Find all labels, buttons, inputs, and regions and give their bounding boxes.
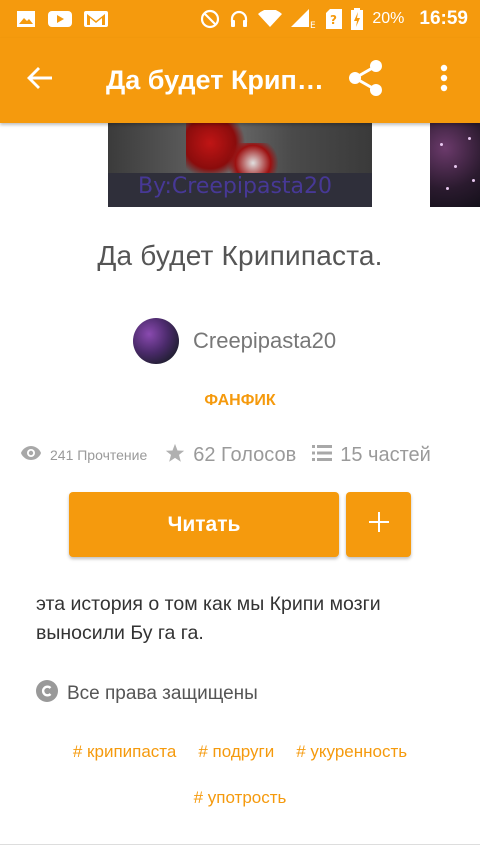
more-vert-icon xyxy=(440,64,448,97)
battery-percent: 20% xyxy=(372,10,405,27)
reads-stat: 241 Прочтение xyxy=(20,445,147,466)
copyright-text: Все права защищены xyxy=(67,683,258,704)
star-icon xyxy=(165,443,185,468)
votes-stat: 62 Голосов xyxy=(165,443,296,468)
tag-item[interactable]: # подруги xyxy=(198,742,274,762)
share-button[interactable] xyxy=(344,58,388,102)
copyright-icon xyxy=(36,680,58,708)
battery-charging-icon xyxy=(351,8,364,30)
do-not-disturb-icon xyxy=(200,9,220,29)
signal-icon: E xyxy=(291,9,317,29)
network-type-label: E xyxy=(310,21,316,29)
youtube-icon xyxy=(48,10,72,28)
author-name[interactable]: Creepipasta20 xyxy=(193,328,336,354)
story-description: эта история о том как мы Крипи мозги вын… xyxy=(36,593,381,644)
tag-item[interactable]: # крипипаста xyxy=(73,742,176,762)
parts-count: 15 частей xyxy=(340,443,431,466)
author-row[interactable]: Creepipasta20 xyxy=(133,318,336,364)
reads-count: 241 Прочтение xyxy=(50,447,148,463)
cover-credit-text: By:Creepipasta20 xyxy=(138,174,333,199)
wifi-icon xyxy=(258,10,283,28)
plus-icon xyxy=(368,511,390,538)
gallery-icon xyxy=(16,10,36,28)
copyright-row: Все права защищены xyxy=(36,680,258,708)
divider xyxy=(0,844,480,845)
add-to-library-button[interactable] xyxy=(346,492,411,557)
list-icon xyxy=(312,444,333,467)
cover-carousel[interactable]: By:Creepipasta20 xyxy=(0,123,480,207)
parts-stat: 15 частей xyxy=(312,444,431,467)
gmail-icon xyxy=(84,10,108,28)
appbar-title: Да будет Крипипаста. xyxy=(106,65,326,95)
avatar[interactable] xyxy=(133,318,179,364)
sim-unknown-icon: ? xyxy=(326,9,343,29)
story-title: Да будет Крипипаста. xyxy=(97,240,383,271)
arrow-back-icon xyxy=(26,64,54,97)
tag-item[interactable]: # укуренность xyxy=(296,742,407,762)
eye-icon xyxy=(20,445,42,466)
next-story-cover[interactable] xyxy=(430,123,480,207)
votes-count: 62 Голосов xyxy=(193,443,297,466)
status-bar: E ? 20% 16:59 xyxy=(0,0,480,38)
tag-item[interactable]: # употрость xyxy=(194,788,287,808)
more-options-button[interactable] xyxy=(428,58,460,102)
svg-text:?: ? xyxy=(330,13,337,27)
back-button[interactable] xyxy=(0,38,80,123)
read-button[interactable]: Читать xyxy=(69,492,339,557)
story-cover[interactable]: By:Creepipasta20 xyxy=(108,123,372,207)
story-stats: 241 Прочтение 62 Голосов 15 частей xyxy=(20,440,465,470)
app-bar: Да будет Крипипаста. xyxy=(0,38,480,123)
clock: 16:59 xyxy=(419,8,468,29)
category-label[interactable]: ФАНФИК xyxy=(0,392,480,410)
tags-list: # крипипаста # подруги # укуренность # у… xyxy=(0,742,480,834)
headset-icon xyxy=(229,9,249,29)
share-icon xyxy=(347,59,385,102)
